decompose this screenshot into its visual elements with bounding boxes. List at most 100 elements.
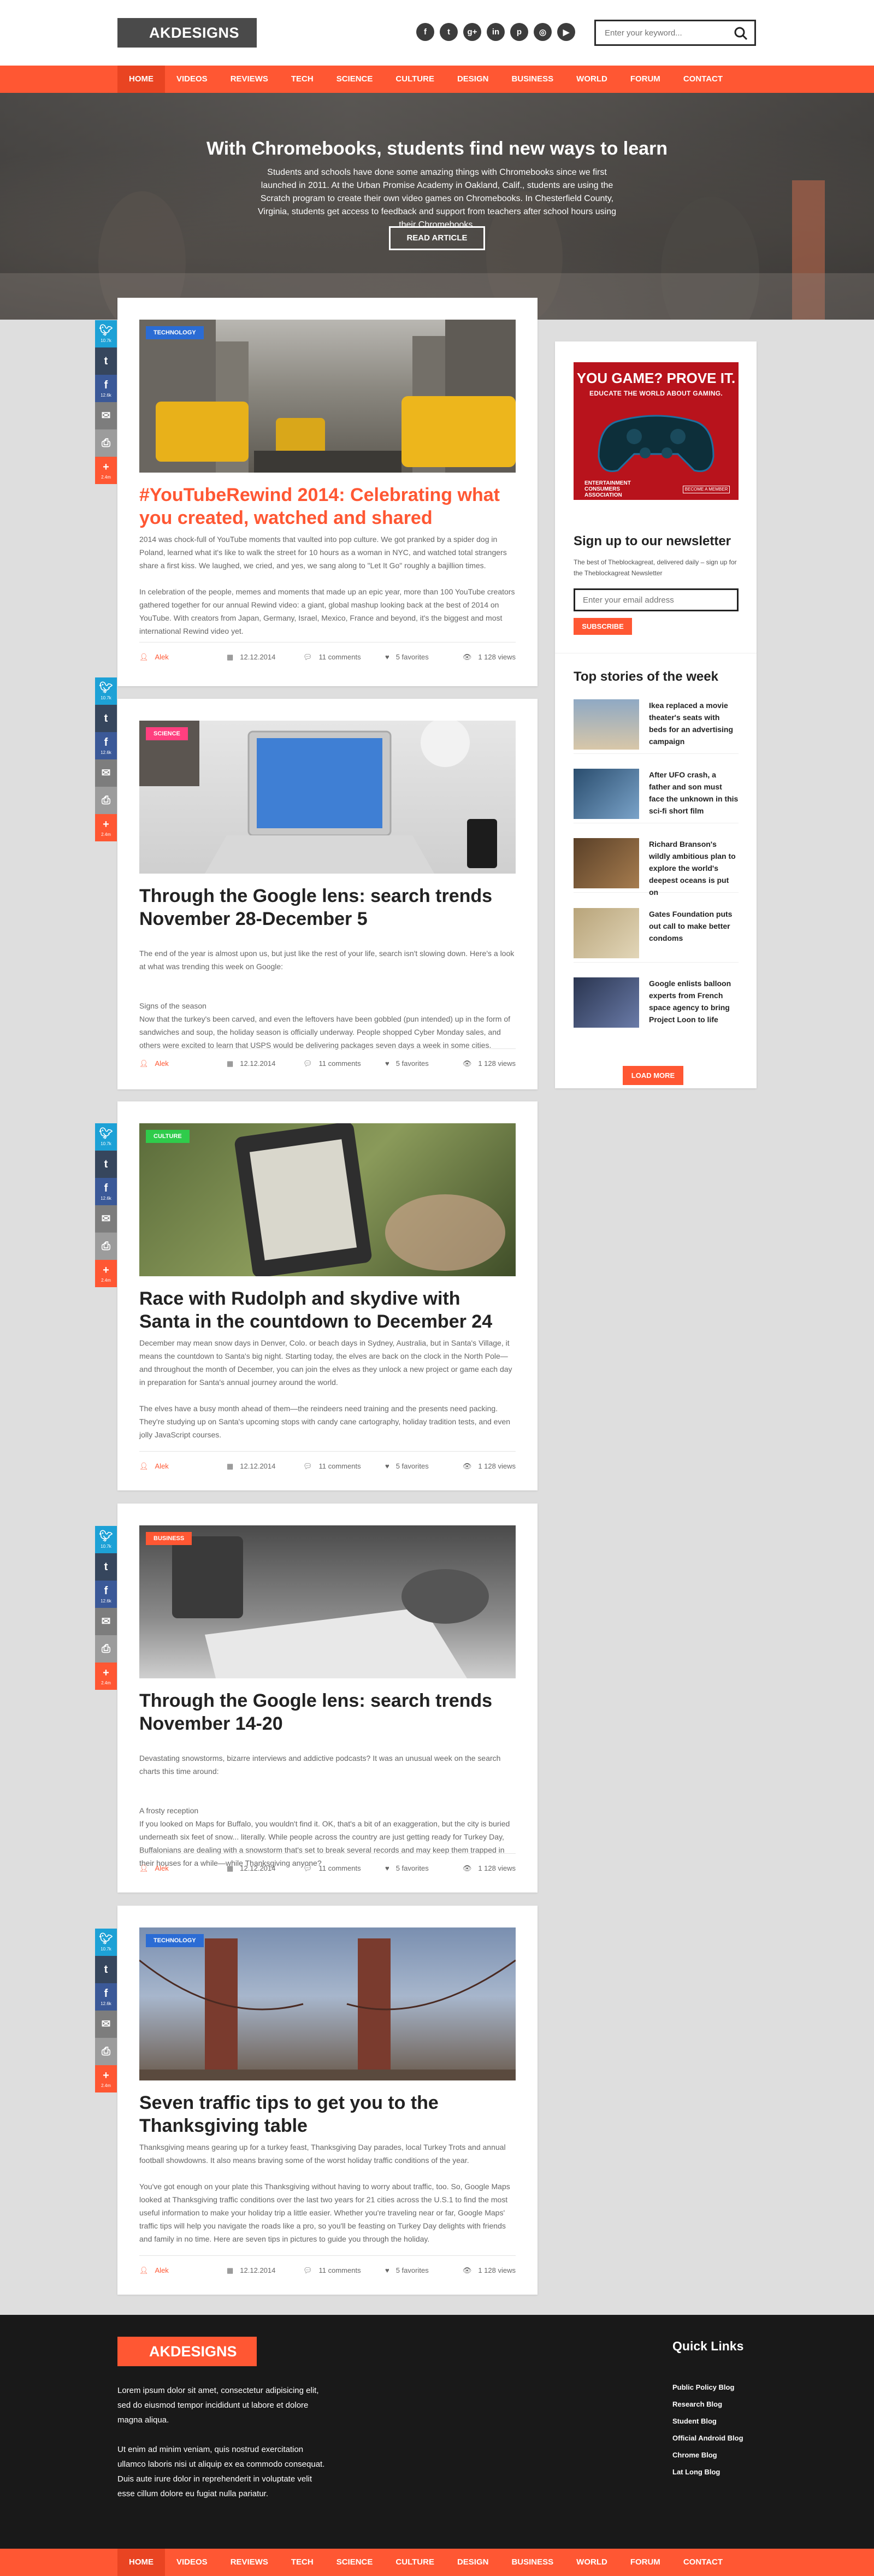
nav-videos[interactable]: VIDEOS bbox=[165, 66, 219, 93]
nav-videos[interactable]: VIDEOS bbox=[165, 2549, 219, 2576]
nav-world[interactable]: WORLD bbox=[565, 2549, 619, 2576]
post-title[interactable]: Race with Rudolph and skydive with Santa… bbox=[139, 1287, 516, 1333]
story-thumbnail[interactable] bbox=[574, 908, 639, 958]
post-title[interactable]: Seven traffic tips to get you to the Tha… bbox=[139, 2091, 516, 2137]
nav-culture[interactable]: CULTURE bbox=[384, 2549, 446, 2576]
tumblr-share-button[interactable]: t bbox=[95, 1151, 117, 1178]
youtube-icon[interactable]: ▶ bbox=[557, 23, 575, 41]
facebook-share-button[interactable]: f 12.6k bbox=[95, 1581, 117, 1608]
story-title[interactable]: Ikea replaced a movie theater's seats wi… bbox=[649, 699, 739, 747]
footer-link[interactable]: Student Blog bbox=[672, 2413, 760, 2430]
post-title[interactable]: Through the Google lens: search trends N… bbox=[139, 885, 516, 930]
post-image[interactable] bbox=[139, 721, 516, 874]
nav-tech[interactable]: TECH bbox=[280, 2549, 325, 2576]
category-badge[interactable]: SCIENCE bbox=[146, 727, 188, 740]
nav-reviews[interactable]: REVIEWS bbox=[219, 66, 280, 93]
twitter-share-button[interactable]: 🐦︎ 10.7k bbox=[95, 1929, 117, 1956]
more-share-button[interactable]: +2.4m bbox=[95, 457, 117, 484]
nav-contact[interactable]: CONTACT bbox=[672, 2549, 734, 2576]
footer-link[interactable]: Official Android Blog bbox=[672, 2430, 760, 2447]
nav-home[interactable]: HOME bbox=[117, 66, 165, 93]
nav-contact[interactable]: CONTACT bbox=[672, 66, 734, 93]
post-image[interactable] bbox=[139, 1927, 516, 2080]
nav-science[interactable]: SCIENCE bbox=[325, 2549, 385, 2576]
story-thumbnail[interactable] bbox=[574, 769, 639, 819]
footer-link[interactable]: Chrome Blog bbox=[672, 2447, 760, 2463]
email-share-button[interactable]: ✉ bbox=[95, 1608, 117, 1635]
more-share-button[interactable]: +2.4m bbox=[95, 1663, 117, 1690]
google-plus-icon[interactable]: g+ bbox=[463, 23, 481, 41]
email-share-button[interactable]: ✉ bbox=[95, 759, 117, 787]
nav-business[interactable]: BUSINESS bbox=[500, 66, 565, 93]
post-comments[interactable]: 💬︎ 11 comments bbox=[303, 1059, 385, 1068]
site-logo[interactable]: AKDESIGNS bbox=[117, 18, 257, 48]
read-article-button[interactable]: READ ARTICLE bbox=[389, 226, 485, 250]
nav-forum[interactable]: FORUM bbox=[619, 2549, 672, 2576]
twitter-share-button[interactable]: 🐦︎ 10.7k bbox=[95, 1526, 117, 1553]
post-author[interactable]: 👤︎ Alek bbox=[139, 653, 227, 662]
story-thumbnail[interactable] bbox=[574, 838, 639, 888]
tumblr-share-button[interactable]: t bbox=[95, 705, 117, 732]
post-favorites[interactable]: ♥ 5 favorites bbox=[385, 1059, 462, 1068]
top-story-item[interactable]: After UFO crash, a father and son must f… bbox=[574, 769, 739, 823]
twitter-share-button[interactable]: 🐦︎ 10.7k bbox=[95, 320, 117, 347]
print-share-button[interactable]: ⎙ bbox=[95, 787, 117, 814]
category-badge[interactable]: TECHNOLOGY bbox=[146, 326, 204, 339]
post-title[interactable]: Through the Google lens: search trends N… bbox=[139, 1689, 516, 1735]
nav-home[interactable]: HOME bbox=[117, 2549, 165, 2576]
more-share-button[interactable]: +2.4m bbox=[95, 2065, 117, 2092]
post-favorites[interactable]: ♥ 5 favorites bbox=[385, 1462, 462, 1470]
category-badge[interactable]: CULTURE bbox=[146, 1130, 190, 1143]
gaming-ad-banner[interactable]: YOU GAME? PROVE IT. EDUCATE THE WORLD AB… bbox=[574, 362, 739, 500]
nav-design[interactable]: DESIGN bbox=[446, 2549, 500, 2576]
tumblr-share-button[interactable]: t bbox=[95, 1553, 117, 1581]
print-share-button[interactable]: ⎙ bbox=[95, 1635, 117, 1663]
top-story-item[interactable]: Richard Branson's wildly ambitious plan … bbox=[574, 838, 739, 897]
post-author[interactable]: 👤︎ Alek bbox=[139, 1864, 227, 1873]
post-image[interactable] bbox=[139, 320, 516, 473]
post-image[interactable] bbox=[139, 1123, 516, 1276]
tumblr-share-button[interactable]: t bbox=[95, 1956, 117, 1983]
more-share-button[interactable]: +2.4m bbox=[95, 814, 117, 841]
story-title[interactable]: After UFO crash, a father and son must f… bbox=[649, 769, 739, 817]
post-author[interactable]: 👤︎ Alek bbox=[139, 1462, 227, 1471]
story-title[interactable]: Richard Branson's wildly ambitious plan … bbox=[649, 838, 739, 898]
nav-design[interactable]: DESIGN bbox=[446, 66, 500, 93]
nav-forum[interactable]: FORUM bbox=[619, 66, 672, 93]
email-share-button[interactable]: ✉ bbox=[95, 1205, 117, 1233]
print-share-button[interactable]: ⎙ bbox=[95, 429, 117, 457]
post-comments[interactable]: 💬︎ 11 comments bbox=[303, 2266, 385, 2275]
facebook-share-button[interactable]: f 12.6k bbox=[95, 732, 117, 759]
nav-business[interactable]: BUSINESS bbox=[500, 2549, 565, 2576]
post-favorites[interactable]: ♥ 5 favorites bbox=[385, 2266, 462, 2274]
print-share-button[interactable]: ⎙ bbox=[95, 2038, 117, 2065]
twitter-share-button[interactable]: 🐦︎ 10.7k bbox=[95, 1123, 117, 1151]
load-more-button[interactable]: LOAD MORE bbox=[623, 1066, 683, 1085]
email-share-button[interactable]: ✉ bbox=[95, 402, 117, 429]
pinterest-icon[interactable]: p bbox=[510, 23, 528, 41]
hero-title[interactable]: With Chromebooks, students find new ways… bbox=[0, 138, 874, 160]
post-author[interactable]: 👤︎ Alek bbox=[139, 1059, 227, 1068]
nav-reviews[interactable]: REVIEWS bbox=[219, 2549, 280, 2576]
twitter-icon[interactable]: t bbox=[440, 23, 458, 41]
email-share-button[interactable]: ✉ bbox=[95, 2011, 117, 2038]
top-story-item[interactable]: Ikea replaced a movie theater's seats wi… bbox=[574, 699, 739, 754]
category-badge[interactable]: BUSINESS bbox=[146, 1532, 192, 1545]
top-story-item[interactable]: Gates Foundation puts out call to make b… bbox=[574, 908, 739, 963]
footer-link[interactable]: Research Blog bbox=[672, 2396, 760, 2413]
tumblr-share-button[interactable]: t bbox=[95, 347, 117, 375]
subscribe-button[interactable]: SUBSCRIBE bbox=[574, 618, 632, 635]
search-icon[interactable] bbox=[734, 26, 748, 40]
linkedin-icon[interactable]: in bbox=[487, 23, 505, 41]
post-title[interactable]: #YouTubeRewind 2014: Celebrating what yo… bbox=[139, 484, 516, 529]
post-favorites[interactable]: ♥ 5 favorites bbox=[385, 1864, 462, 1872]
footer-link[interactable]: Lat Long Blog bbox=[672, 2463, 760, 2480]
newsletter-email-input[interactable] bbox=[574, 588, 739, 611]
top-story-item[interactable]: Google enlists balloon experts from Fren… bbox=[574, 977, 739, 1032]
become-member-button[interactable]: BECOME A MEMBER bbox=[683, 486, 730, 493]
facebook-icon[interactable]: f bbox=[416, 23, 434, 41]
post-comments[interactable]: 💬︎ 11 comments bbox=[303, 1462, 385, 1471]
post-image[interactable] bbox=[139, 1525, 516, 1678]
nav-world[interactable]: WORLD bbox=[565, 66, 619, 93]
dribbble-icon[interactable]: ◎ bbox=[534, 23, 552, 41]
